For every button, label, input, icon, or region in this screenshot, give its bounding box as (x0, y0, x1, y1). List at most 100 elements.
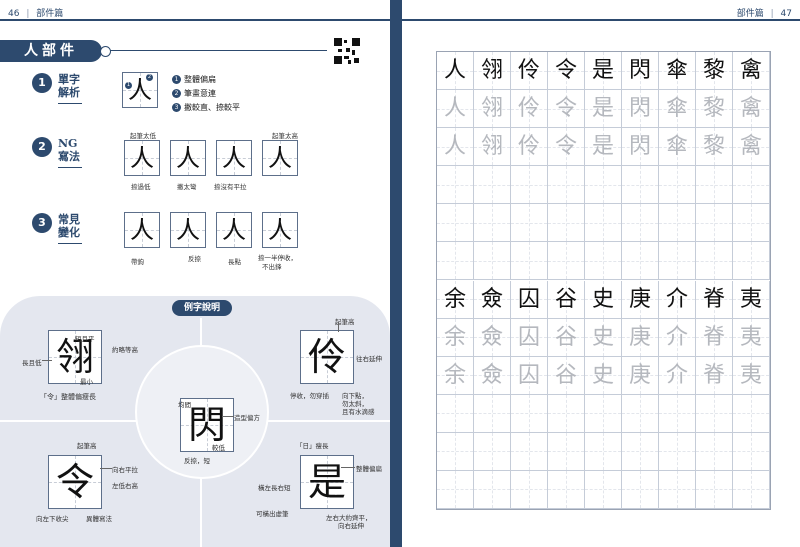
practice-cell: 黎 (696, 90, 733, 129)
practice-cell (733, 204, 770, 243)
ng-bottom-note-3: 捺沒有平拉 (214, 183, 247, 191)
section-1-underline (58, 103, 82, 104)
practice-cell: 介 (659, 318, 696, 357)
practice-char: 人 (443, 58, 466, 83)
practice-cell: 是 (585, 52, 622, 91)
practice-cell (733, 242, 770, 281)
left-page-header: 46 | 部件篇 (8, 9, 64, 19)
practice-char: 脊 (702, 324, 725, 350)
practice-cell (659, 470, 696, 509)
practice-cell: 脊 (696, 280, 733, 319)
practice-cell: 閃 (622, 128, 659, 167)
section-label-1: 單字 解析 (58, 73, 80, 99)
practice-char: 伶 (517, 58, 540, 83)
practice-cell: 令 (548, 52, 585, 91)
practice-cell (548, 394, 585, 433)
practice-cell (511, 166, 548, 205)
explanation-title: 例字說明 (172, 300, 232, 316)
right-page-number: 47 (780, 9, 792, 19)
practice-cell (474, 166, 511, 205)
practice-char: 人 (443, 96, 466, 122)
practice-cell (733, 432, 770, 471)
section-1-line1: 單字 (58, 73, 80, 86)
practice-char: 是 (591, 58, 614, 83)
practice-char: 是 (591, 134, 614, 160)
practice-cell: 令 (548, 128, 585, 167)
left-header-rule (0, 19, 390, 21)
practice-cell: 庚 (622, 356, 659, 395)
ng-top-note-2: 起筆太高 (272, 132, 298, 140)
practice-char: 夷 (739, 286, 762, 312)
example-4-note-3: 左低右高 (112, 482, 138, 490)
analysis-mark-1: 1 (125, 82, 132, 89)
var-note-3: 長點 (228, 258, 241, 266)
ng-char: 人 (130, 144, 154, 172)
example-2-note-6: 且有水滴感 (342, 408, 375, 416)
practice-cell (437, 166, 474, 205)
ng-char: 人 (222, 144, 246, 172)
practice-char: 令 (554, 58, 577, 83)
practice-char: 翎 (480, 134, 503, 160)
practice-char: 令 (554, 96, 577, 122)
practice-char: 傘 (665, 134, 688, 160)
practice-cell: 禽 (733, 52, 770, 91)
practice-cell (511, 394, 548, 433)
point-number: 1 (172, 75, 181, 84)
practice-char: 庚 (628, 362, 651, 388)
practice-cell (585, 432, 622, 471)
example-char: 是 (307, 460, 346, 504)
practice-char: 介 (665, 286, 688, 312)
analysis-point-1: 1 整體偏扁 (172, 74, 216, 85)
practice-cell (622, 242, 659, 281)
practice-char: 黎 (702, 96, 725, 122)
practice-cell: 脊 (696, 356, 733, 395)
practice-cell: 伶 (511, 52, 548, 91)
book-spine (390, 0, 402, 547)
example-5-note-4: 可橫出虛筆 (256, 510, 289, 518)
practice-cell (511, 204, 548, 243)
example-5-note-2: 整體偏扁 (356, 465, 382, 473)
practice-char: 史 (591, 362, 614, 388)
practice-cell: 囚 (511, 356, 548, 395)
practice-char: 史 (591, 324, 614, 350)
practice-char: 余 (443, 286, 466, 312)
right-page-header: 部件篇 | 47 (736, 9, 792, 19)
practice-cell (548, 470, 585, 509)
practice-cell: 令 (548, 90, 585, 129)
practice-cell: 介 (659, 280, 696, 319)
ng-bottom-note-2: 撇太彎 (177, 183, 197, 191)
practice-cell: 傘 (659, 128, 696, 167)
practice-char: 禽 (739, 134, 762, 160)
title-rule (102, 50, 327, 51)
practice-cell (733, 470, 770, 509)
practice-char: 僉 (480, 324, 503, 350)
analysis-point-3: 3 撇較直、捺較平 (172, 102, 240, 113)
practice-cell (474, 204, 511, 243)
practice-cell: 夷 (733, 318, 770, 357)
ng-char: 人 (268, 144, 292, 172)
practice-cell: 余 (437, 280, 474, 319)
example-4-note-5: 異體寫法 (86, 515, 112, 523)
ng-cell-1: 人 (124, 140, 160, 176)
practice-cell (474, 242, 511, 281)
practice-char: 閃 (628, 96, 651, 122)
practice-char: 伶 (517, 96, 540, 122)
practice-cell: 禽 (733, 90, 770, 129)
practice-cell: 人 (437, 52, 474, 91)
practice-char: 脊 (702, 362, 725, 388)
point-text: 筆畫意連 (184, 89, 216, 98)
practice-char: 余 (443, 362, 466, 388)
practice-cell: 夷 (733, 356, 770, 395)
right-section-name: 部件篇 (736, 9, 764, 19)
section-3-line1: 常見 (58, 213, 80, 226)
practice-char: 僉 (480, 286, 503, 312)
practice-cell: 余 (437, 356, 474, 395)
example-5-note-1: 「日」瘦長 (296, 442, 329, 450)
practice-char: 禽 (739, 96, 762, 122)
practice-cell (733, 166, 770, 205)
practice-cell (474, 394, 511, 433)
practice-cell (437, 204, 474, 243)
practice-cell (585, 394, 622, 433)
qr-code-icon[interactable] (334, 38, 360, 64)
var-char: 人 (176, 216, 200, 244)
